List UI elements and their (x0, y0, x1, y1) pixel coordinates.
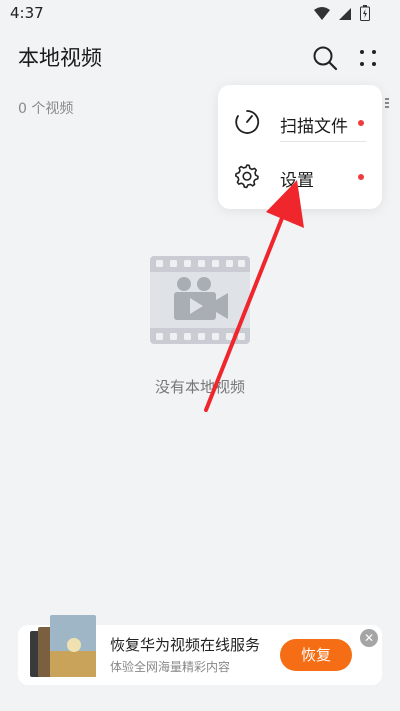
menu-item-label: 扫描文件 (280, 117, 348, 137)
popup-menu: 扫描文件 设置 (218, 85, 382, 209)
banner-thumbnail (30, 615, 100, 679)
more-icon[interactable] (357, 47, 379, 69)
restore-button[interactable]: 恢复 (280, 639, 352, 671)
page-title: 本地视频 (18, 46, 102, 70)
wifi-icon (314, 6, 330, 25)
banner-subtitle: 体验全网海量精彩内容 (110, 660, 231, 674)
gear-icon (234, 163, 260, 189)
video-count: 0 个视频 (18, 101, 74, 117)
menu-item-label: 设置 (280, 171, 314, 191)
status-bar: 4:37 (0, 0, 400, 28)
signal-icon (338, 6, 352, 25)
menu-divider (280, 141, 366, 142)
banner-title: 恢复华为视频在线服务 (110, 636, 261, 654)
battery-icon (360, 5, 370, 25)
status-icons (314, 5, 370, 25)
restore-service-banner[interactable]: 恢复华为视频在线服务 体验全网海量精彩内容 恢复 ✕ (18, 615, 382, 685)
search-icon[interactable] (312, 45, 338, 71)
notification-dot (358, 174, 364, 180)
scan-icon (234, 109, 260, 135)
notification-dot (358, 120, 364, 126)
status-time: 4:37 (10, 4, 44, 22)
video-camera-film-icon (150, 256, 250, 344)
close-icon[interactable]: ✕ (360, 629, 378, 647)
empty-state-text: 没有本地视频 (154, 378, 245, 396)
menu-item-settings[interactable]: 设置 (218, 147, 382, 203)
